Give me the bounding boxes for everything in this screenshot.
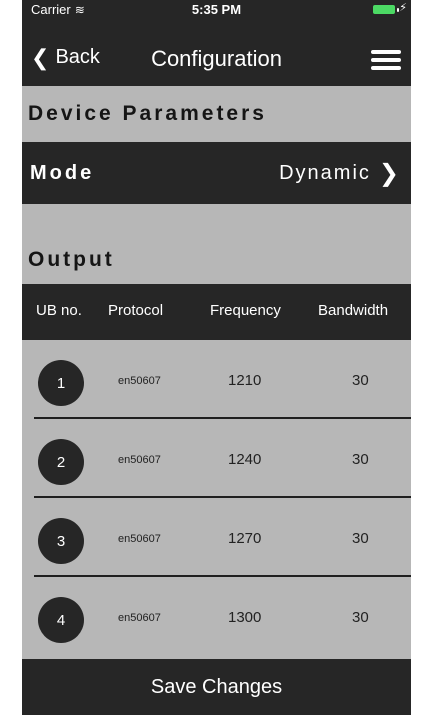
table-row[interactable]: 3 en50607 1270 30 <box>22 498 411 577</box>
ub-number-badge: 4 <box>38 597 84 643</box>
output-table: 1 en50607 1210 30 2 en50607 1240 30 3 en… <box>22 340 411 656</box>
charging-icon: ⚡ <box>399 2 407 14</box>
protocol-cell: en50607 <box>118 375 161 387</box>
ub-number-badge: 2 <box>38 439 84 485</box>
frequency-cell: 1210 <box>228 372 262 389</box>
chevron-right-icon: ❯ <box>378 159 401 187</box>
page-title: Configuration <box>151 46 282 71</box>
bandwidth-cell: 30 <box>352 530 369 547</box>
screen: Carrier ≋ 5:35 PM ⚡ ❮ Back Configuration … <box>22 0 411 715</box>
frequency-cell: 1270 <box>228 530 262 547</box>
mode-value: Dynamic <box>279 161 371 184</box>
header-protocol: Protocol <box>108 302 164 319</box>
table-header: UB no. Protocol Frequency Bandwidth <box>22 284 411 340</box>
protocol-cell: en50607 <box>118 533 161 545</box>
bandwidth-cell: 30 <box>352 609 369 626</box>
mode-value-wrap: Dynamic ❯ <box>279 159 401 188</box>
protocol-cell: en50607 <box>118 612 161 624</box>
hamburger-menu-icon[interactable] <box>371 50 401 70</box>
mode-label: Mode <box>30 161 95 184</box>
output-heading: Output <box>28 248 115 271</box>
status-bar: Carrier ≋ 5:35 PM ⚡ <box>22 0 411 34</box>
navigation-bar: ❮ Back Configuration <box>22 34 411 86</box>
mode-row[interactable]: Mode Dynamic ❯ <box>22 142 411 204</box>
bandwidth-cell: 30 <box>352 451 369 468</box>
header-bandwidth: Bandwidth <box>318 302 389 319</box>
ub-number-badge: 1 <box>38 360 84 406</box>
frequency-cell: 1300 <box>228 609 262 626</box>
protocol-cell: en50607 <box>118 454 161 466</box>
ub-number-badge: 3 <box>38 518 84 564</box>
header-ub: UB no. <box>36 302 82 319</box>
clock: 5:35 PM <box>191 2 242 17</box>
table-row[interactable]: 1 en50607 1210 30 <box>22 340 411 419</box>
battery-icon <box>373 5 395 14</box>
bandwidth-cell: 30 <box>352 372 369 389</box>
table-row[interactable]: 2 en50607 1240 30 <box>22 419 411 498</box>
save-changes-button[interactable]: Save Changes <box>22 659 411 715</box>
device-parameters-heading: Device Parameters <box>28 102 267 125</box>
table-row[interactable]: 4 en50607 1300 30 <box>22 577 411 656</box>
header-frequency: Frequency <box>210 302 281 319</box>
frequency-cell: 1240 <box>228 451 262 468</box>
